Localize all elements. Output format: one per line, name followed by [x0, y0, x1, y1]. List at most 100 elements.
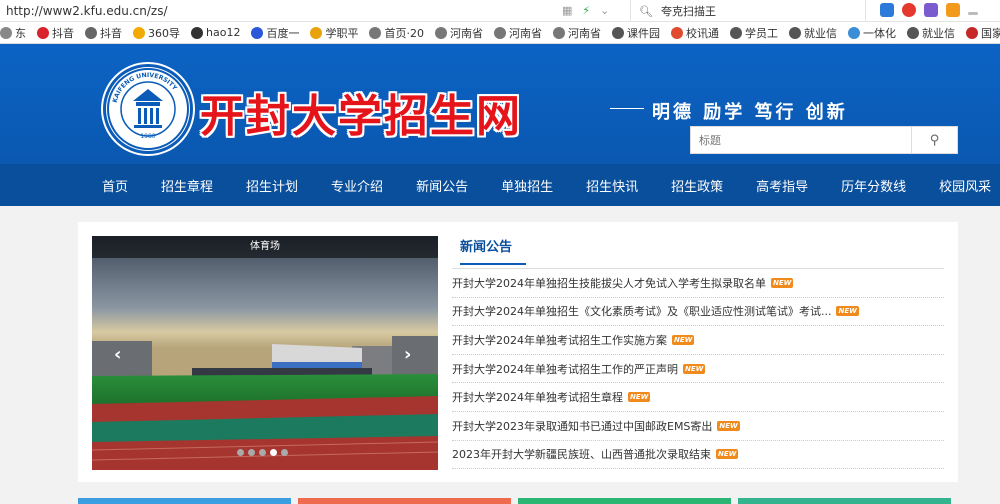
bookmark-favicon-icon — [788, 26, 801, 39]
url-text[interactable]: http://www2.kfu.edu.cn/zs/ — [0, 4, 560, 18]
extension-icon[interactable] — [946, 3, 960, 17]
news-item[interactable]: 开封大学2024年单独招生《文化素质考试》及《职业适应性测试笔试》考试... NE… — [452, 298, 944, 327]
news-section: 新闻公告 开封大学2024年单独招生技能拔尖人才免试入学考生拟录取名单 NEW 开封… — [452, 236, 944, 470]
bookmark-favicon-icon — [729, 26, 742, 39]
news-item[interactable]: 2023年开封大学新疆民族班、山西普通批次录取结束 NEW — [452, 441, 944, 470]
bolt-icon[interactable]: ⚡ — [582, 4, 590, 17]
new-badge: NEW — [716, 449, 739, 460]
news-item[interactable]: 开封大学2024年单独招生技能拔尖人才免试入学考生拟录取名单 NEW — [452, 269, 944, 298]
bookmark-label: 抖音 — [100, 26, 122, 40]
bookmark-favicon-icon — [434, 26, 447, 39]
nav-item[interactable]: 招生计划 — [246, 176, 298, 195]
bookmark-favicon-icon — [369, 26, 382, 39]
news-item-title[interactable]: 开封大学2024年单独考试招生章程 — [452, 389, 623, 405]
slider-next-button[interactable]: › — [404, 344, 411, 365]
bookmark-item[interactable]: 河南省 — [493, 25, 542, 41]
chevron-down-icon[interactable]: ⌄ — [600, 4, 609, 17]
slider-prev-button[interactable]: ‹ — [114, 344, 121, 365]
bookmark-item[interactable]: 国家开 — [965, 25, 1000, 41]
bookmark-favicon-icon — [37, 26, 49, 39]
nav-item[interactable]: 招生快讯 — [586, 176, 638, 195]
bookmark-favicon-icon — [611, 26, 624, 39]
news-item[interactable]: 开封大学2024年单独考试招生工作的严正声明 NEW — [452, 355, 944, 384]
news-item[interactable]: 开封大学2023年录取通知书已通过中国邮政EMS寄出 NEW — [452, 412, 944, 441]
slider-dot[interactable] — [237, 449, 244, 456]
bookmark-item[interactable]: 首页·20 — [369, 25, 424, 41]
bookmark-item[interactable]: 就业信 — [906, 25, 955, 41]
nav-item[interactable]: 校园风采 — [939, 176, 991, 195]
nav-item[interactable]: 招生政策 — [671, 176, 723, 195]
browser-search-text[interactable]: 夸克扫描王 — [661, 3, 716, 19]
news-item-title[interactable]: 2023年开封大学新疆民族班、山西普通批次录取结束 — [452, 446, 711, 462]
bookmark-label: 学职平 — [325, 26, 359, 40]
slider-dot[interactable] — [248, 449, 255, 456]
nav-item[interactable]: 首页 — [102, 176, 128, 195]
nav-item[interactable]: 单独招生 — [501, 176, 553, 195]
bookmark-favicon-icon — [310, 26, 323, 39]
nav-item[interactable]: 高考指导 — [756, 176, 808, 195]
bookmark-item[interactable]: 百度一 — [251, 25, 299, 41]
bookmark-item[interactable]: 抖音 — [37, 25, 74, 41]
slide-caption: 体育场 — [92, 236, 438, 258]
browser-search-box[interactable]: 🔍︎ 夸克扫描王 — [630, 0, 866, 22]
news-item[interactable]: 开封大学2024年单独考试招生章程 NEW — [452, 383, 944, 412]
bookmark-favicon-icon — [493, 26, 506, 39]
news-item[interactable]: 开封大学2024年单独考试招生工作实施方案 NEW — [452, 326, 944, 355]
bookmark-item[interactable]: 东 — [0, 25, 26, 41]
new-badge: NEW — [717, 420, 740, 431]
bookmark-item[interactable]: 一体化 — [847, 25, 896, 41]
bottom-tab[interactable] — [298, 498, 511, 504]
stadium-photo — [92, 236, 438, 470]
news-item-title[interactable]: 开封大学2024年单独考试招生工作的严正声明 — [452, 361, 678, 377]
bookmark-favicon-icon — [191, 26, 203, 39]
bookmark-label: 校讯通 — [685, 26, 719, 40]
content-panel: 体育场 ‹ › 新闻公告 开封大学2024年单独招生技能拔尖人才免试入学考生拟录… — [78, 222, 958, 482]
bookmark-item[interactable]: 360导 — [133, 25, 180, 41]
news-item-title[interactable]: 开封大学2024年单独招生《文化素质考试》及《职业适应性测试笔试》考试... — [452, 303, 831, 319]
nav-item[interactable]: 新闻公告 — [416, 176, 468, 195]
bookmark-item[interactable]: hao12 — [191, 26, 240, 39]
news-title-divider — [452, 268, 944, 269]
bottom-tab[interactable] — [78, 498, 291, 504]
new-badge: NEW — [683, 363, 706, 374]
nav-item[interactable]: 历年分数线 — [841, 176, 906, 195]
bookmark-item[interactable]: 学职平 — [310, 25, 358, 41]
bookmark-item[interactable]: 校讯通 — [670, 25, 719, 41]
bottom-tab[interactable] — [738, 498, 951, 504]
menu-icon[interactable] — [968, 11, 978, 15]
bottom-tab[interactable] — [518, 498, 731, 504]
bookmark-label: 课件园 — [626, 26, 660, 40]
bookmark-item[interactable]: 抖音 — [85, 25, 122, 41]
news-item-title[interactable]: 开封大学2024年单独考试招生工作实施方案 — [452, 332, 667, 348]
slider-dot[interactable] — [259, 449, 266, 456]
bookmark-item[interactable]: 河南省 — [434, 25, 483, 41]
site-header: 1980 KAIFENG UNIVERSITY 开封大学招生网 明德 励学 笃行… — [0, 44, 1000, 164]
new-badge: NEW — [771, 277, 794, 288]
bookmark-label: 一体化 — [862, 26, 896, 40]
slider-dots — [237, 449, 288, 456]
grid-icon[interactable]: ▦ — [562, 4, 572, 17]
mail-icon[interactable] — [880, 3, 894, 17]
site-search-button[interactable]: ⚲ — [912, 126, 958, 154]
slider-dot[interactable] — [281, 449, 288, 456]
new-badge: NEW — [628, 392, 651, 403]
nav-item[interactable]: 招生章程 — [161, 176, 213, 195]
site-search-input[interactable] — [690, 126, 912, 154]
bookmark-item[interactable]: 学员工 — [729, 25, 778, 41]
university-logo[interactable]: 1980 KAIFENG UNIVERSITY — [103, 64, 193, 154]
bookmark-item[interactable]: 就业信 — [788, 25, 837, 41]
bookmark-label: 百度一 — [266, 26, 300, 40]
news-item-title[interactable]: 开封大学2023年录取通知书已通过中国邮政EMS寄出 — [452, 418, 712, 434]
news-item-title[interactable]: 开封大学2024年单独招生技能拔尖人才免试入学考生拟录取名单 — [452, 275, 766, 291]
news-section-title[interactable]: 新闻公告 — [460, 236, 526, 265]
bookmark-item[interactable]: 河南省 — [552, 25, 601, 41]
weibo-icon[interactable] — [902, 3, 916, 17]
nav-item[interactable]: 专业介绍 — [331, 176, 383, 195]
translate-icon[interactable] — [924, 3, 938, 17]
bookmark-item[interactable]: 课件园 — [611, 25, 660, 41]
image-slider[interactable]: 体育场 ‹ › — [92, 236, 438, 470]
address-bar[interactable]: http://www2.kfu.edu.cn/zs/ ▦ ⚡ ⌄ 🔍︎ 夸克扫描… — [0, 0, 1000, 22]
bookmark-favicon-icon — [133, 26, 145, 39]
bookmark-label: 河南省 — [508, 26, 542, 40]
slider-dot[interactable] — [270, 449, 277, 456]
